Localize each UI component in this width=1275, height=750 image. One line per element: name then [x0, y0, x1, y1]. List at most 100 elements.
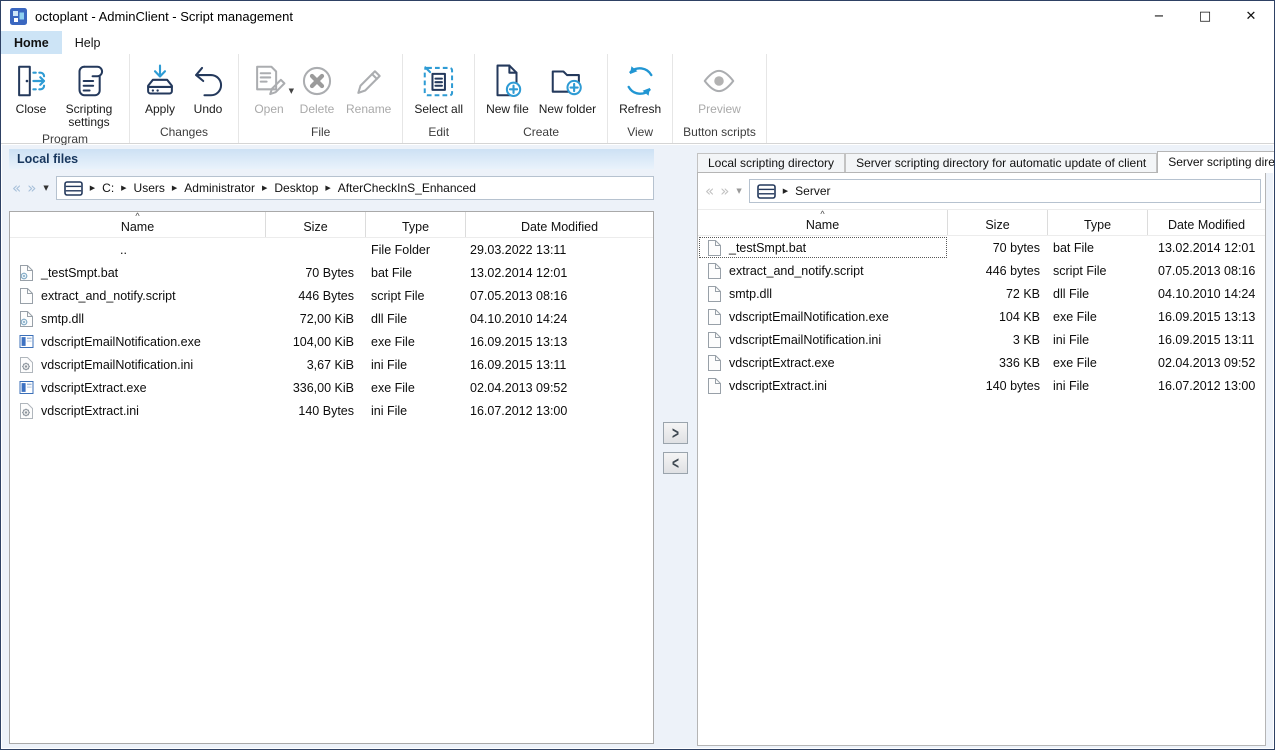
- ribbon-group-label: Changes: [136, 122, 232, 143]
- back-icon[interactable]: «: [705, 182, 714, 200]
- file-name: smtp.dll: [729, 287, 772, 301]
- table-row[interactable]: ..File Folder29.03.2022 13:11: [10, 238, 653, 261]
- refresh-button[interactable]: Refresh: [614, 56, 666, 116]
- file-date-cell: 07.05.2013 08:16: [1148, 264, 1265, 278]
- breadcrumb-item-users[interactable]: Users: [134, 181, 165, 195]
- table-row[interactable]: vdscriptExtract.ini140 bytesini File16.0…: [698, 374, 1265, 397]
- back-icon[interactable]: «: [12, 179, 21, 197]
- chevron-right-icon: >: [672, 423, 679, 443]
- column-header-label: Name: [806, 218, 839, 232]
- forward-icon[interactable]: »: [720, 182, 729, 200]
- forward-icon[interactable]: »: [27, 179, 36, 197]
- close-button[interactable]: Close: [7, 56, 55, 116]
- doc-icon: [707, 355, 722, 371]
- table-row[interactable]: smtp.dll72,00 KiBdll File04.10.2010 14:2…: [10, 307, 653, 330]
- tab-home[interactable]: Home: [1, 31, 62, 54]
- circle-x-icon: [298, 58, 336, 103]
- ribbon-group-label: Create: [481, 122, 601, 143]
- table-row[interactable]: vdscriptExtract.exe336,00 KiBexe File02.…: [10, 376, 653, 399]
- table-row[interactable]: extract_and_notify.script446 bytesscript…: [698, 259, 1265, 282]
- tab-local-scripting-directory[interactable]: Local scripting directory: [697, 153, 845, 172]
- file-name-cell: ..: [10, 238, 266, 261]
- ribbon-group-label: Button scripts: [679, 122, 760, 143]
- select-all-button[interactable]: Select all: [409, 56, 468, 116]
- button-label: Open: [254, 103, 283, 116]
- drive-download-icon: [141, 58, 179, 103]
- table-row[interactable]: _testSmpt.bat70 Bytesbat File13.02.2014 …: [10, 261, 653, 284]
- table-row[interactable]: vdscriptEmailNotification.ini3,67 KiBini…: [10, 353, 653, 376]
- file-name: extract_and_notify.script: [41, 289, 176, 303]
- undo-button[interactable]: Undo: [184, 56, 232, 116]
- transfer-buttons: > <: [663, 422, 688, 474]
- table-row[interactable]: smtp.dll72 KBdll File04.10.2010 14:24: [698, 282, 1265, 305]
- new-file-button[interactable]: New file: [481, 56, 534, 116]
- file-name: vdscriptExtract.exe: [729, 356, 835, 370]
- file-size-cell: 140 bytes: [948, 379, 1048, 393]
- table-row[interactable]: vdscriptEmailNotification.ini3 KBini Fil…: [698, 328, 1265, 351]
- breadcrumb-separator-icon: ▶: [262, 184, 267, 192]
- server-panel-tabs: Local scripting directoryServer scriptin…: [697, 149, 1266, 172]
- file-name: vdscriptExtract.exe: [41, 381, 147, 395]
- file-date-cell: 16.09.2015 13:11: [466, 358, 653, 372]
- window-controls: − □ ✕: [1136, 1, 1274, 31]
- column-header-type[interactable]: Type: [1048, 210, 1148, 235]
- table-row[interactable]: vdscriptExtract.ini140 Bytesini File16.0…: [10, 399, 653, 422]
- file-type-cell: bat File: [366, 266, 466, 280]
- file-name-cell: smtp.dll: [698, 282, 948, 305]
- file-name: vdscriptExtract.ini: [41, 404, 139, 418]
- breadcrumb-item-desktop[interactable]: Desktop: [274, 181, 318, 195]
- column-header-date-modified[interactable]: Date Modified: [466, 212, 653, 237]
- breadcrumb-item-c[interactable]: C:: [102, 181, 114, 195]
- file-type-cell: exe File: [366, 381, 466, 395]
- server-panel-body: « » ▼ ▶Server ^Name Size TypeDate Modified…: [697, 172, 1266, 746]
- column-header-label: Size: [985, 218, 1009, 232]
- table-row[interactable]: vdscriptEmailNotification.exe104,00 KiBe…: [10, 330, 653, 353]
- file-date-cell: 02.04.2013 09:52: [1148, 356, 1265, 370]
- minimize-button[interactable]: −: [1136, 1, 1182, 31]
- tab-help[interactable]: Help: [62, 31, 114, 54]
- tab-server-scripting-directory[interactable]: Server scripting directory: [1157, 151, 1275, 173]
- new-folder-button[interactable]: New folder: [534, 56, 601, 116]
- column-header-size[interactable]: Size: [266, 212, 366, 237]
- column-header-type[interactable]: Type: [366, 212, 466, 237]
- button-label: Close: [16, 103, 47, 116]
- close-window-button[interactable]: ✕: [1228, 1, 1274, 31]
- breadcrumb-item-administrator[interactable]: Administrator: [184, 181, 255, 195]
- breadcrumb-item-server[interactable]: Server: [795, 184, 830, 198]
- gear-doc-icon: [19, 311, 34, 327]
- table-row[interactable]: vdscriptEmailNotification.exe104 KBexe F…: [698, 305, 1265, 328]
- scripting-settings-button[interactable]: Scripting settings: [55, 56, 123, 129]
- breadcrumb-item-aftercheckins-enhanced[interactable]: AfterCheckInS_Enhanced: [338, 181, 476, 195]
- column-header-name[interactable]: ^Name: [10, 212, 266, 237]
- script-scroll-icon: [70, 58, 108, 103]
- file-type-cell: File Folder: [366, 243, 466, 257]
- file-date-cell: 07.05.2013 08:16: [466, 289, 653, 303]
- breadcrumb-separator-icon: ▶: [121, 184, 126, 192]
- file-date-cell: 16.09.2015 13:13: [1148, 310, 1265, 324]
- gear-icon: [19, 403, 34, 419]
- table-row[interactable]: _testSmpt.bat70 bytesbat File13.02.2014 …: [698, 236, 1265, 259]
- column-header-name[interactable]: ^Name: [698, 210, 948, 235]
- history-dropdown-icon[interactable]: ▼: [736, 187, 741, 195]
- tab-server-scripting-directory-for-automatic-update-of-client[interactable]: Server scripting directory for automatic…: [845, 153, 1157, 172]
- file-size-cell: 446 bytes: [948, 264, 1048, 278]
- server-breadcrumb-bar: « » ▼ ▶Server: [702, 178, 1261, 204]
- apply-button[interactable]: Apply: [136, 56, 184, 116]
- file-date-cell: 16.09.2015 13:11: [1148, 333, 1265, 347]
- history-dropdown-icon[interactable]: ▼: [43, 184, 48, 192]
- table-row[interactable]: extract_and_notify.script446 Bytesscript…: [10, 284, 653, 307]
- eye-icon: [700, 58, 738, 103]
- file-size-cell: 446 Bytes: [266, 289, 366, 303]
- column-header-size[interactable]: Size: [948, 210, 1048, 235]
- copy-to-local-button[interactable]: <: [663, 452, 688, 474]
- ribbon: Close Scripting settings Program Apply: [1, 54, 1274, 144]
- file-name: extract_and_notify.script: [729, 264, 864, 278]
- column-header-date-modified[interactable]: Date Modified: [1148, 210, 1265, 235]
- preview-button: Preview: [693, 56, 746, 116]
- maximize-button[interactable]: □: [1182, 1, 1228, 31]
- copy-to-server-button[interactable]: >: [663, 422, 688, 444]
- file-date-cell: 16.07.2012 13:00: [466, 404, 653, 418]
- ribbon-group-create: New file New folder Create: [475, 54, 608, 143]
- button-label: Preview: [698, 103, 741, 116]
- table-row[interactable]: vdscriptExtract.exe336 KBexe File02.04.2…: [698, 351, 1265, 374]
